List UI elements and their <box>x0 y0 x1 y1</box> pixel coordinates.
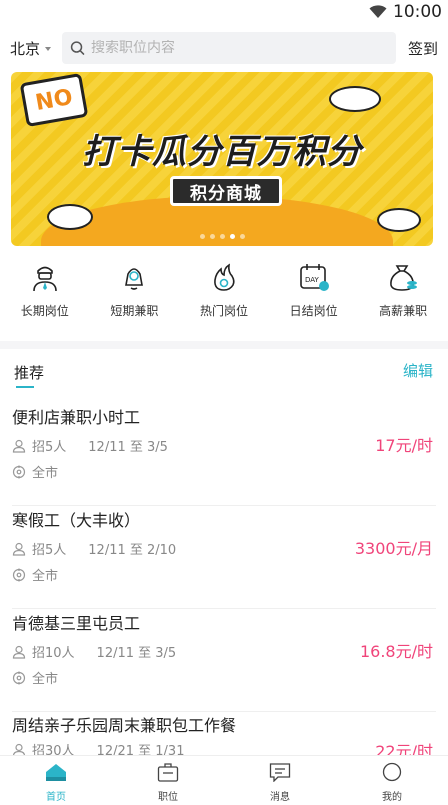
job-location-row: 全市 <box>12 668 58 687</box>
promo-banner[interactable]: NO 打卡瓜分百万积分 积分商城 <box>11 72 433 246</box>
job-location-row: 全市 <box>12 462 58 481</box>
job-location: 全市 <box>32 672 59 687</box>
job-location-row: 全市 <box>12 565 58 584</box>
job-headcount: 招5人 <box>32 440 67 455</box>
category-hot[interactable]: 热门岗位 <box>184 262 264 330</box>
tab-messages[interactable]: 消息 <box>240 756 320 805</box>
edit-button[interactable]: 编辑 <box>403 360 433 381</box>
job-dates: 12/11 至 3/5 <box>96 646 177 661</box>
signin-button[interactable]: 签到 <box>404 38 438 59</box>
category-label: 日结岗位 <box>289 304 338 318</box>
job-title: 肯德基三里屯员工 <box>12 614 141 633</box>
category-label: 热门岗位 <box>199 304 248 318</box>
search-box[interactable] <box>62 32 396 64</box>
job-title: 周结亲子乐园周末兼职包工作餐 <box>12 716 237 735</box>
location-icon <box>12 465 26 478</box>
tab-jobs[interactable]: 职位 <box>128 756 208 805</box>
carousel-indicator <box>11 234 433 239</box>
carousel-dot[interactable] <box>219 234 225 239</box>
tab-label: 首页 <box>46 792 66 803</box>
job-title: 便利店兼职小时工 <box>12 408 141 427</box>
section-divider <box>0 341 448 349</box>
city-label: 北京 <box>10 39 41 58</box>
category-row: 长期岗位 短期兼职 热门岗位 DAY 日结岗位 高薪兼职 <box>0 262 448 330</box>
job-card[interactable]: 寒假工（大丰收） 招5人 12/11 至 2/10 全市 3300元/月 <box>0 507 448 609</box>
carousel-dot[interactable] <box>209 234 215 239</box>
row-divider <box>12 505 436 506</box>
category-high-pay[interactable]: 高薪兼职 <box>363 262 443 330</box>
tab-label: 消息 <box>270 792 290 803</box>
job-card[interactable]: 肯德基三里屯员工 招10人 12/11 至 3/5 全市 16.8元/时 <box>0 610 448 712</box>
job-dates: 12/11 至 2/10 <box>88 543 177 558</box>
money-bag-icon <box>390 265 418 291</box>
recommend-header: 推荐 编辑 <box>0 356 448 390</box>
category-label: 短期兼职 <box>110 304 159 318</box>
carousel-dot[interactable] <box>229 234 235 239</box>
job-meta: 招10人 12/11 至 3/5 <box>12 642 176 661</box>
briefcase-icon <box>157 763 179 782</box>
carousel-dot[interactable] <box>199 234 205 239</box>
location-icon <box>12 568 26 581</box>
city-selector[interactable]: 北京 <box>10 38 54 59</box>
category-long-term[interactable]: 长期岗位 <box>5 262 85 330</box>
row-divider <box>12 608 436 609</box>
carousel-dot[interactable] <box>239 234 245 239</box>
profile-icon <box>382 762 402 782</box>
tab-label: 我的 <box>382 792 402 803</box>
job-card[interactable]: 便利店兼职小时工 招5人 12/11 至 3/5 全市 17元/时 <box>0 404 448 506</box>
search-icon <box>70 41 85 55</box>
job-dates: 12/11 至 3/5 <box>88 440 168 455</box>
svg-text:DAY: DAY <box>305 276 320 284</box>
banner-headline: 打卡瓜分百万积分 <box>82 132 362 172</box>
job-location: 全市 <box>32 466 59 481</box>
home-icon <box>46 764 66 781</box>
job-headcount: 招5人 <box>32 543 67 558</box>
top-bar: 北京 签到 <box>0 24 448 72</box>
calendar-day-icon: DAY <box>299 264 329 291</box>
person-icon <box>12 439 26 453</box>
category-short-term[interactable]: 短期兼职 <box>94 262 174 330</box>
bell-icon <box>125 268 144 290</box>
job-meta: 招5人 12/11 至 3/5 <box>12 436 168 455</box>
banner-cloud-decoration <box>329 86 381 112</box>
person-icon <box>12 645 26 659</box>
banner-cloud-decoration <box>377 208 421 232</box>
banner-cloud-decoration <box>47 204 93 230</box>
job-meta: 招5人 12/11 至 2/10 <box>12 539 176 558</box>
person-icon <box>12 542 26 556</box>
status-bar: 10:00 <box>0 0 448 24</box>
banner-sticker: NO <box>19 72 89 128</box>
tab-recommend[interactable]: 推荐 <box>14 362 44 383</box>
tab-home[interactable]: 首页 <box>16 756 96 805</box>
worker-icon <box>32 266 57 292</box>
message-icon <box>269 763 291 782</box>
wifi-icon <box>369 5 387 18</box>
status-time: 10:00 <box>393 2 442 22</box>
category-label: 高薪兼职 <box>379 304 428 318</box>
flame-icon <box>214 263 235 291</box>
dropdown-arrow-icon <box>45 47 52 51</box>
job-salary: 17元/时 <box>375 436 433 455</box>
location-icon <box>12 671 26 684</box>
search-input[interactable] <box>90 40 388 56</box>
tab-profile[interactable]: 我的 <box>352 756 432 805</box>
category-daily[interactable]: DAY 日结岗位 <box>274 262 354 330</box>
job-salary: 3300元/月 <box>354 539 433 558</box>
job-location: 全市 <box>32 569 59 584</box>
job-card[interactable]: 周结亲子乐园周末兼职包工作餐 招30人 12/21 至 1/31 22元/时 <box>0 712 448 761</box>
banner-badge: 积分商城 <box>170 176 282 206</box>
job-headcount: 招10人 <box>32 646 75 661</box>
job-title: 寒假工（大丰收） <box>12 511 141 530</box>
tab-indicator <box>16 386 34 388</box>
job-salary: 16.8元/时 <box>359 642 433 661</box>
category-label: 长期岗位 <box>20 304 69 318</box>
bottom-tab-bar: 首页 职位 消息 我的 <box>0 755 448 805</box>
tab-label: 职位 <box>158 792 178 803</box>
